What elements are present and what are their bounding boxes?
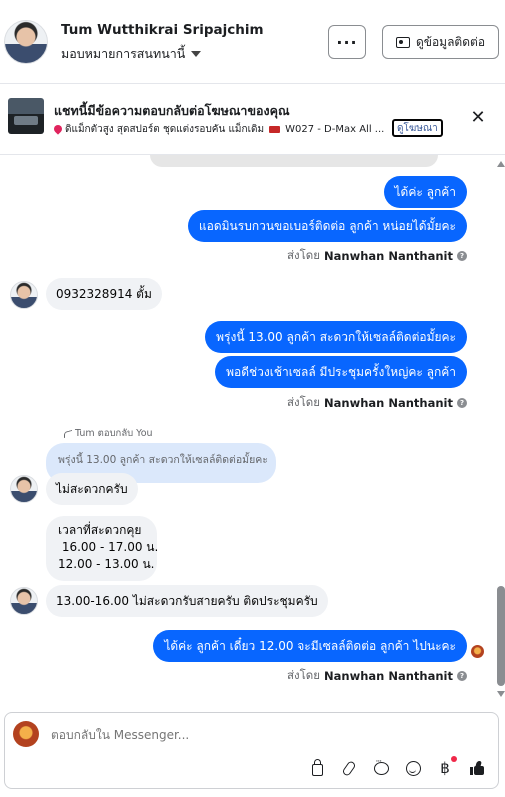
ad-banner-subtitle: ดิแม็กตัวสูง สุดสปอร์ต ชุดแต่งรอบคัน แม็… — [54, 122, 390, 137]
view-contact-info-label: ดูข้อมูลติดต่อ — [415, 34, 486, 49]
incoming-message[interactable]: เวลาที่สะดวกคุย 16.00 - 17.00 น. 12.00 -… — [46, 516, 159, 581]
close-banner-icon[interactable]: ✕ — [468, 108, 488, 128]
reply-input[interactable] — [51, 728, 451, 742]
ad-reply-banner: แชทนี้มีข้อความตอบกลับต่อโฆษณาของคุณ ดิแ… — [0, 85, 505, 155]
sent-by-prefix: ส่งโดย — [286, 395, 321, 409]
outgoing-message[interactable]: แอดมินรบกวนขอเบอร์ติดต่อ ลูกค้า หน่อยได้… — [187, 210, 467, 242]
seen-avatar — [471, 645, 484, 658]
attachment-icon[interactable] — [337, 757, 361, 779]
emoji-icon[interactable] — [401, 757, 425, 779]
page-avatar — [13, 721, 39, 747]
conversation-header: Tum Wutthikrai Sripajchim มอบหมายการสนทน… — [0, 0, 505, 84]
outgoing-message[interactable]: ได้ค่ะ ลูกค้า เดี๋ยว 12.00 จะมีเซลล์ติดต… — [153, 630, 467, 662]
view-contact-info-button[interactable]: ดูข้อมูลติดต่อ — [382, 25, 499, 59]
like-icon[interactable] — [465, 757, 489, 779]
contact-name[interactable]: Tum Wutthikrai Sripajchim — [61, 22, 264, 38]
reply-arrow-icon — [64, 429, 72, 438]
outgoing-message[interactable]: พรุ่งนี้ 13.00 ลูกค้า สะดวกให้เซลล์ติดต่… — [205, 321, 467, 353]
message-line: 16.00 - 17.00 น. — [58, 540, 159, 554]
composer-toolbar: ฿ — [305, 756, 489, 779]
message-composer: ฿ — [4, 712, 499, 789]
scroll-up-arrow-icon[interactable] — [497, 161, 505, 167]
sent-by-label: ส่งโดย Nanwhan Nanthanit ? — [287, 247, 467, 265]
incoming-message[interactable]: 13.00-16.00 ไม่สะดวกรับสายครับ ติดประชุม… — [46, 585, 328, 617]
outgoing-message[interactable]: ได้ค่ะ ลูกค้า — [383, 176, 467, 208]
ad-subtitle-tail: W027 - D-Max All ... — [285, 124, 385, 135]
contact-mini-avatar — [10, 475, 38, 503]
sent-by-label: ส่งโดย Nanwhan Nanthanit ? — [287, 394, 467, 412]
reply-label-text: Tum ตอบกลับ You — [75, 428, 153, 439]
agent-name: Nanwhan Nanthanit — [324, 669, 453, 683]
ad-subtitle-text: ดิแม็กตัวสูง สุดสปอร์ต ชุดแต่งรอบคัน แม็… — [65, 124, 265, 135]
image-attachment[interactable] — [150, 155, 438, 167]
message-line: 12.00 - 13.00 น. — [58, 557, 155, 571]
payment-baht-icon[interactable]: ฿ — [433, 756, 457, 779]
agent-name: Nanwhan Nanthanit — [324, 249, 453, 263]
contact-mini-avatar — [10, 281, 38, 309]
assign-label: มอบหมายการสนทนานี้ — [61, 46, 186, 61]
sent-by-label: ส่งโดย Nanwhan Nanthanit ? — [287, 667, 467, 685]
contact-avatar[interactable] — [4, 20, 48, 64]
info-icon[interactable]: ? — [457, 251, 467, 261]
ad-thumbnail — [8, 98, 44, 134]
reply-indicator: Tum ตอบกลับ You — [64, 426, 153, 441]
assign-conversation-dropdown[interactable]: มอบหมายการสนทนานี้ — [61, 44, 202, 64]
see-ad-link[interactable]: ดูโฆษณา — [392, 119, 443, 137]
pin-icon — [54, 125, 62, 135]
ad-banner-title: แชทนี้มีข้อความตอบกลับต่อโฆษณาของคุณ — [54, 103, 290, 118]
incoming-message[interactable]: 0932328914 ตั้ม — [46, 278, 162, 310]
contact-mini-avatar — [10, 587, 38, 615]
info-icon[interactable]: ? — [457, 398, 467, 408]
agent-name: Nanwhan Nanthanit — [324, 396, 453, 410]
notification-dot — [451, 756, 457, 762]
scroll-down-arrow-icon[interactable] — [497, 691, 505, 697]
outgoing-message[interactable]: พอดีช่วงเช้าเซลล์ มีประชุมครั้งใหญ่คะ ลู… — [215, 356, 467, 388]
shopping-bag-icon[interactable] — [305, 757, 329, 779]
incoming-message[interactable]: ไม่สะดวกครับ — [46, 473, 138, 505]
scrollbar-thumb[interactable] — [497, 586, 505, 686]
sent-by-prefix: ส่งโดย — [286, 668, 321, 682]
contact-card-icon — [395, 36, 410, 48]
truck-icon — [269, 126, 281, 133]
sent-by-prefix: ส่งโดย — [286, 248, 321, 262]
caret-down-icon — [191, 51, 202, 57]
info-icon[interactable]: ? — [457, 671, 467, 681]
saved-replies-icon[interactable] — [369, 757, 393, 779]
message-line: เวลาที่สะดวกคุย — [58, 523, 142, 537]
more-options-button[interactable]: ··· — [328, 25, 366, 59]
